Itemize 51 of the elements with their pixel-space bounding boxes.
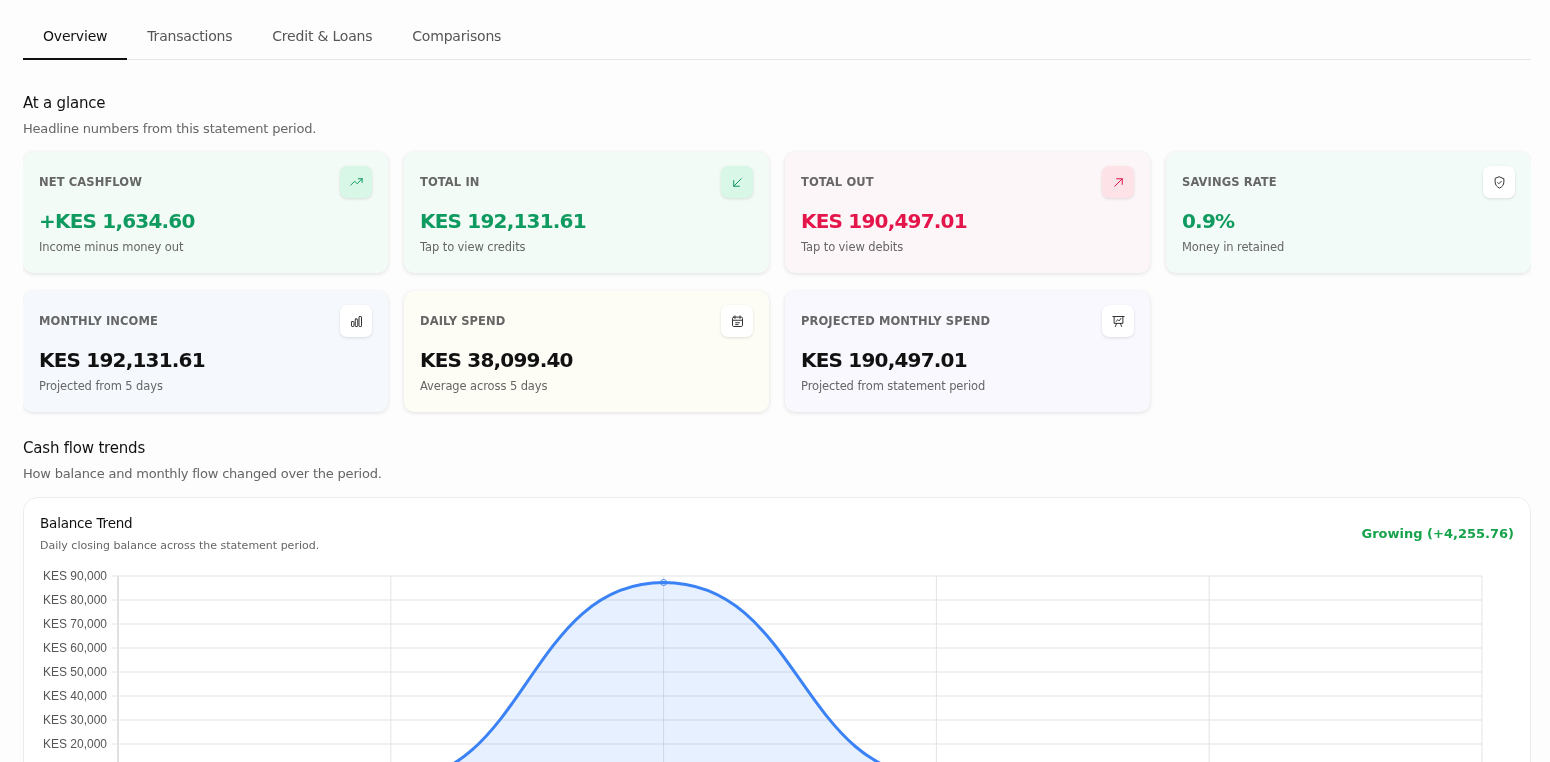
stat-label: PROJECTED MONTHLY SPEND <box>801 314 991 328</box>
stat-card[interactable]: MONTHLY INCOME KES 192,131.61 Projected from 5 days <box>23 291 388 412</box>
tab[interactable]: Credit & Loans <box>252 14 393 60</box>
stat-note: Projected from statement period <box>801 379 987 393</box>
stat-label: SAVINGS RATE <box>1182 175 1277 189</box>
tab[interactable]: Overview <box>23 14 128 60</box>
stat-label: DAILY SPEND <box>420 314 506 328</box>
trend-status: Growing (+4,255.76) <box>1361 526 1514 543</box>
stat-note: Money in retained <box>1182 240 1286 254</box>
chart-title: Balance Trend <box>40 515 134 531</box>
stat-note: Tap to view credits <box>420 240 527 254</box>
axis-label: KES 80,000 <box>42 593 107 607</box>
stat-value: KES 190,497.01 <box>801 348 968 372</box>
section-title: At a glance <box>23 94 107 112</box>
axis-label: KES 90,000 <box>42 569 107 583</box>
axis-label: KES 30,000 <box>42 713 107 727</box>
stat-note: Income minus money out <box>39 240 185 254</box>
axis-label: KES 60,000 <box>42 641 107 655</box>
stat-value: KES 38,099.40 <box>420 348 574 372</box>
stat-note: Average across 5 days <box>420 379 549 393</box>
stat-card[interactable]: NET CASHFLOW +KES 1,634.60 Income minus money out <box>23 152 388 273</box>
stat-card[interactable]: TOTAL OUT KES 190,497.01 Tap to view debits <box>785 152 1150 273</box>
stat-value: KES 192,131.61 <box>39 348 206 372</box>
stat-value: KES 192,131.61 <box>420 209 587 233</box>
stat-note: Projected from 5 days <box>39 379 164 393</box>
tab[interactable]: Transactions <box>127 14 253 60</box>
tab[interactable]: Comparisons <box>392 14 522 60</box>
stat-card[interactable]: TOTAL IN KES 192,131.61 Tap to view credits <box>404 152 769 273</box>
chart-board-icon <box>1110 313 1126 329</box>
stat-note: Tap to view debits <box>801 240 905 254</box>
axis-label: KES 20,000 <box>42 737 107 751</box>
bar-chart-icon <box>348 313 364 329</box>
stat-card[interactable]: PROJECTED MONTHLY SPEND KES 190,497.01 Projected from statement period <box>785 291 1150 412</box>
stat-value: KES 190,497.01 <box>801 209 968 233</box>
section-subtitle: How balance and monthly flow changed over the period. <box>23 466 383 481</box>
stat-value: 0.9% <box>1182 209 1236 233</box>
stat-value: +KES 1,634.60 <box>39 209 196 233</box>
axis-label: KES 40,000 <box>42 689 107 703</box>
shield-check-icon <box>1491 174 1507 190</box>
stat-card[interactable]: DAILY SPEND KES 38,099.40 Average across 5 days <box>404 291 769 412</box>
chart-subtitle: Daily closing balance across the statement period. <box>40 539 320 552</box>
section-title: Cash flow trends <box>23 439 146 457</box>
axis-label: KES 70,000 <box>42 617 107 631</box>
stat-label: MONTHLY INCOME <box>39 314 158 328</box>
stat-label: NET CASHFLOW <box>39 175 142 189</box>
calendar-icon <box>729 313 745 329</box>
section-subtitle: Headline numbers from this statement period. <box>23 121 318 136</box>
axis-label: KES 50,000 <box>42 665 107 679</box>
stat-label: TOTAL OUT <box>801 175 874 189</box>
stat-label: TOTAL IN <box>420 175 480 189</box>
stat-card[interactable]: SAVINGS RATE 0.9% Money in retained <box>1166 152 1531 273</box>
